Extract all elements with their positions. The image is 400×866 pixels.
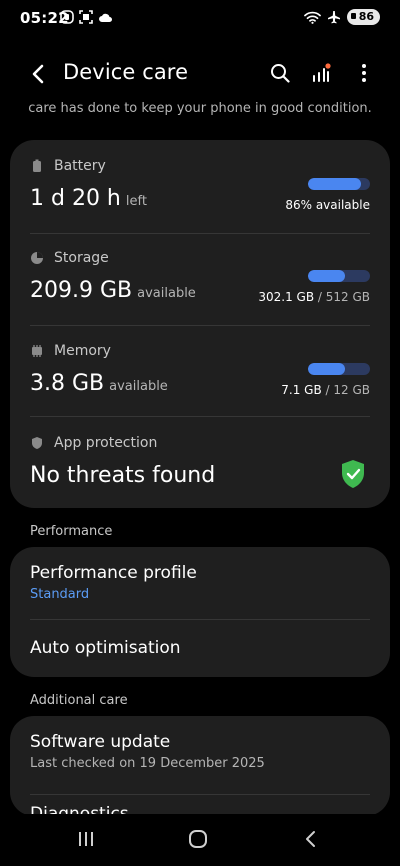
memory-row[interactable]: Memory 3.8 GB available 7.1 GB / 12 GB xyxy=(30,343,370,419)
back-nav-icon xyxy=(306,831,315,847)
performance-profile-title: Performance profile xyxy=(30,563,197,583)
search-button[interactable] xyxy=(268,60,292,86)
status-left-icons xyxy=(60,10,113,24)
memory-icon xyxy=(32,345,42,357)
performance-card: Performance profile Standard Auto optimi… xyxy=(10,547,390,677)
stats-icon xyxy=(313,63,331,82)
memory-unit: available xyxy=(109,379,168,394)
home-icon xyxy=(189,830,207,848)
memory-bar-fill xyxy=(308,363,345,375)
shield-small-icon xyxy=(32,437,42,449)
auto-optimisation-title: Auto optimisation xyxy=(30,638,181,658)
app-bar-actions xyxy=(268,60,376,86)
divider xyxy=(30,325,370,326)
divider xyxy=(30,233,370,234)
back-button[interactable] xyxy=(24,60,52,88)
battery-label: Battery xyxy=(54,158,106,174)
memory-available: 3.8 GB xyxy=(30,371,105,396)
page-title: Device care xyxy=(63,60,189,84)
memory-value: 3.8 GB available xyxy=(30,371,168,396)
performance-profile-value: Standard xyxy=(30,587,90,602)
navigation-bar xyxy=(0,814,400,866)
shield-check-icon xyxy=(342,460,364,488)
memory-bar xyxy=(308,363,370,375)
performance-header: Performance xyxy=(30,524,113,539)
stats-button[interactable] xyxy=(310,60,334,86)
storage-caption: 302.1 GB / 512 GB xyxy=(258,290,370,304)
software-update-last-checked: Last checked on 19 December 2025 xyxy=(30,756,265,771)
battery-bar xyxy=(308,178,370,190)
app-protection-label: App protection xyxy=(54,435,158,451)
performance-profile-item[interactable]: Performance profile Standard xyxy=(10,547,390,619)
recents-button[interactable] xyxy=(72,826,100,852)
recents-icon xyxy=(79,832,93,846)
storage-value: 209.9 GB available xyxy=(30,278,196,303)
wifi-icon xyxy=(303,11,321,24)
memory-used: 7.1 GB xyxy=(281,383,322,397)
diagnostics-item[interactable]: Diagnostics xyxy=(10,796,390,816)
software-update-title: Software update xyxy=(30,732,171,752)
auto-optimisation-item[interactable]: Auto optimisation xyxy=(10,620,390,677)
battery-indicator: 86 xyxy=(346,9,380,25)
storage-bar-fill xyxy=(308,270,345,282)
storage-available: 209.9 GB xyxy=(30,278,133,303)
airplane-icon xyxy=(327,11,340,24)
status-bar: 05:22 86 xyxy=(0,0,400,36)
app-bar: Device care xyxy=(0,50,400,98)
app-protection-status: No threats found xyxy=(30,463,216,488)
additional-care-card: Software update Last checked on 19 Decem… xyxy=(10,716,390,816)
cloud-icon xyxy=(99,13,112,22)
more-options-icon xyxy=(362,64,366,82)
storage-row[interactable]: Storage 209.9 GB available 302.1 GB / 51… xyxy=(30,250,370,326)
divider xyxy=(30,794,370,795)
screenshot-icon xyxy=(79,10,93,24)
app-protection-row[interactable]: App protection No threats found xyxy=(30,435,370,495)
software-update-item[interactable]: Software update Last checked on 19 Decem… xyxy=(10,716,390,788)
battery-icon xyxy=(33,159,41,172)
storage-total: / 512 GB xyxy=(317,290,370,304)
back-arrow-icon xyxy=(32,64,44,84)
notification-icon xyxy=(60,10,74,24)
battery-unit: left xyxy=(125,194,147,209)
storage-icon xyxy=(31,252,43,264)
storage-used: 302.1 GB xyxy=(258,290,315,304)
home-button[interactable] xyxy=(184,826,212,852)
status-right: 86 xyxy=(303,9,380,25)
battery-bar-fill xyxy=(308,178,362,190)
memory-caption: 7.1 GB / 12 GB xyxy=(281,383,370,397)
intro-text: care has done to keep your phone in good… xyxy=(28,101,372,116)
battery-time-left: 1 d 20 h xyxy=(30,186,121,211)
memory-label: Memory xyxy=(54,343,111,359)
divider xyxy=(30,416,370,417)
additional-care-header: Additional care xyxy=(30,693,128,708)
memory-total: / 12 GB xyxy=(325,383,370,397)
more-options-button[interactable] xyxy=(352,60,376,86)
storage-unit: available xyxy=(137,286,196,301)
battery-value: 1 d 20 h left xyxy=(30,186,147,211)
search-icon xyxy=(271,64,290,83)
storage-bar xyxy=(308,270,370,282)
storage-label: Storage xyxy=(54,250,109,266)
battery-caption: 86% available xyxy=(285,198,370,212)
battery-row[interactable]: Battery 1 d 20 h left 86% available xyxy=(30,158,370,234)
back-nav-button[interactable] xyxy=(296,826,324,852)
summary-card: Battery 1 d 20 h left 86% available Stor… xyxy=(10,140,390,508)
